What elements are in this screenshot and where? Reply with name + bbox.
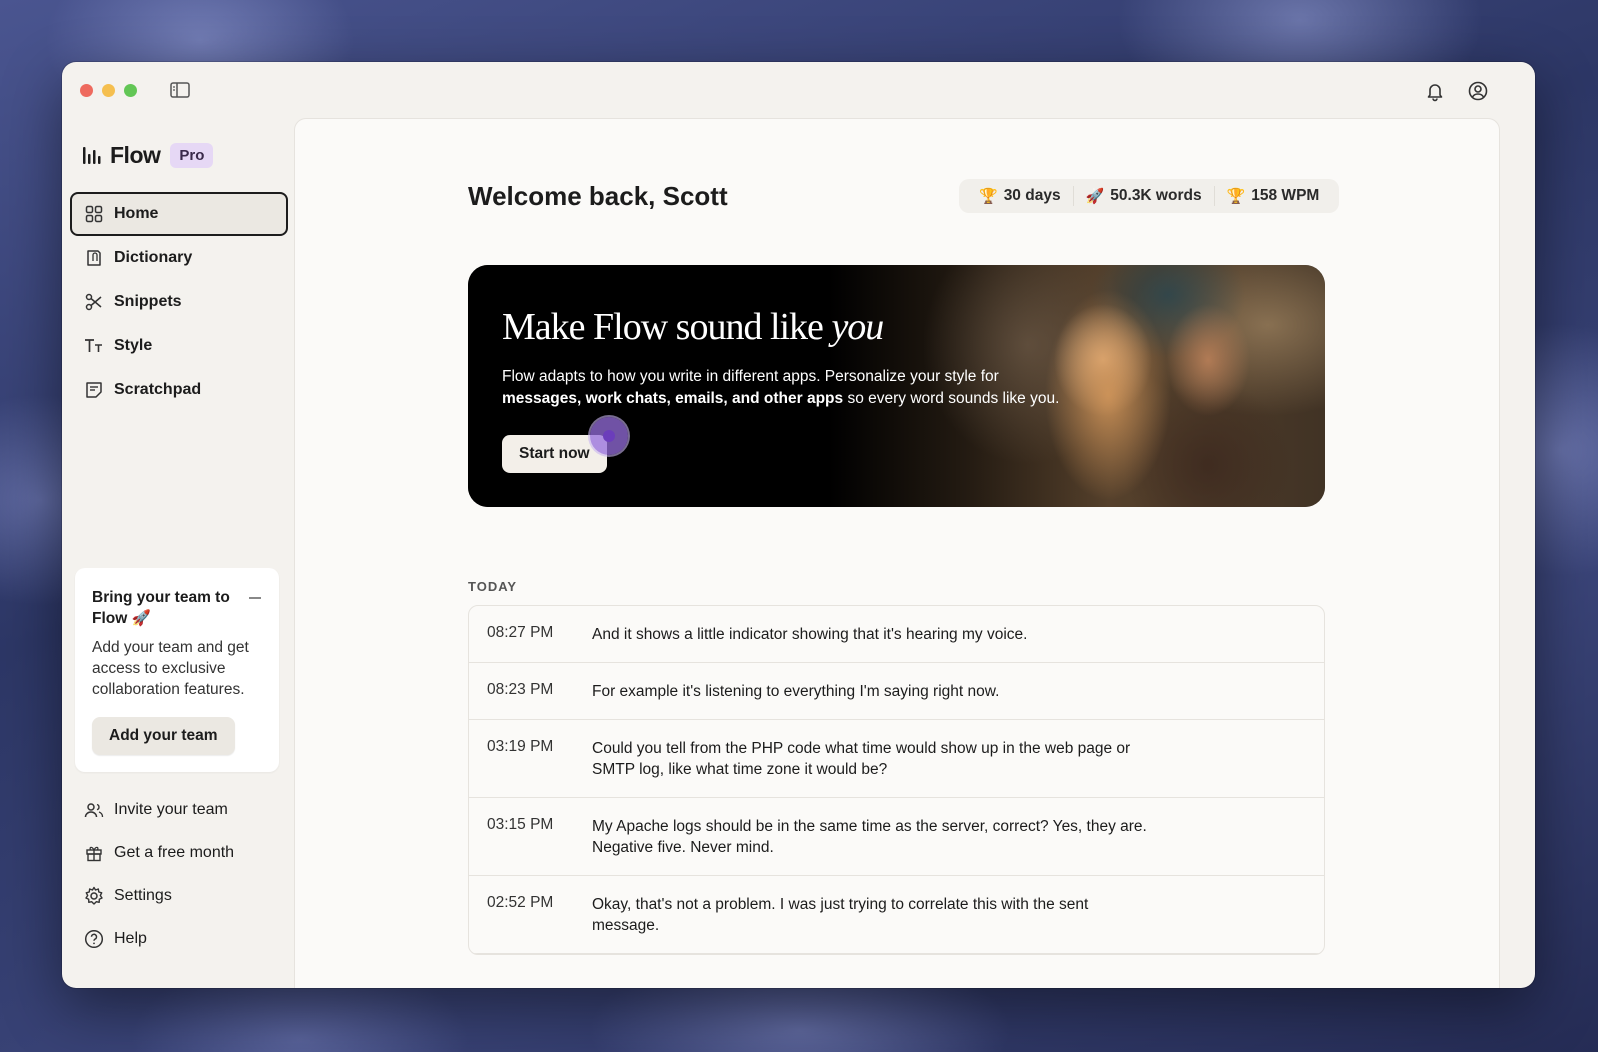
stat-streak: 🏆 30 days <box>979 187 1061 205</box>
sidebar-bottom-nav: Invite your team Get a free month Settin… <box>70 788 288 960</box>
app-window: Flow Pro Home Dictionary Snippets Style … <box>62 62 1535 988</box>
row-text: My Apache logs should be in the same tim… <box>592 818 1147 856</box>
title-bar <box>62 62 1535 118</box>
account-icon[interactable] <box>1467 80 1489 102</box>
stat-wpm: 🏆 158 WPM <box>1227 187 1320 205</box>
trophy-icon: 🏆 <box>979 188 998 205</box>
zoom-window-button[interactable] <box>124 84 137 97</box>
history-row[interactable]: 08:23 PM For example it's listening to e… <box>469 663 1324 720</box>
banner-description: Flow adapts to how you write in differen… <box>502 368 1060 407</box>
row-time: 03:19 PM <box>487 738 554 755</box>
text-style-icon <box>84 336 104 356</box>
gift-icon <box>84 843 104 863</box>
stat-words: 🚀 50.3K words <box>1086 187 1202 205</box>
app-name: Flow <box>110 141 161 168</box>
personalize-banner: Make Flow sound like you Flow adapts to … <box>468 265 1325 507</box>
help-icon <box>84 929 104 949</box>
scissors-icon <box>84 292 104 312</box>
stat-value: 50.3K words <box>1110 187 1202 204</box>
sidebar-item-help[interactable]: Help <box>70 917 288 960</box>
history-row[interactable]: 03:15 PM My Apache logs should be in the… <box>469 798 1324 876</box>
row-time: 08:23 PM <box>487 681 554 698</box>
sidebar-item-label: Home <box>114 205 159 222</box>
grid-icon <box>84 204 104 224</box>
sidebar-item-settings[interactable]: Settings <box>70 874 288 917</box>
row-text: Could you tell from the PHP code what ti… <box>592 740 1131 778</box>
sidebar-item-home[interactable]: Home <box>70 192 288 236</box>
gear-icon <box>84 886 104 906</box>
banner-title: Make Flow sound like you <box>502 306 884 348</box>
promo-body: Add your team and get access to exclusiv… <box>92 639 249 698</box>
history-row[interactable]: 08:27 PM And it shows a little indicator… <box>469 606 1324 663</box>
sidebar-toggle-icon[interactable] <box>170 82 190 98</box>
book-icon <box>84 248 104 268</box>
sidebar-item-label: Style <box>114 337 153 354</box>
note-icon <box>84 380 104 400</box>
minimize-window-button[interactable] <box>102 84 115 97</box>
sidebar-item-label: Invite your team <box>114 800 228 818</box>
divider <box>1072 186 1074 206</box>
trophy-icon: 🏆 <box>1226 188 1246 205</box>
stat-value: 158 WPM <box>1251 187 1320 204</box>
sidebar-nav: Home Dictionary Snippets Style Scratchpa… <box>70 192 288 412</box>
row-text: Okay, that's not a problem. I was just t… <box>592 896 1089 934</box>
sidebar-item-dictionary[interactable]: Dictionary <box>70 236 288 280</box>
row-text: For example it's listening to everything… <box>592 683 1000 700</box>
row-time: 02:52 PM <box>487 894 554 911</box>
row-time: 03:15 PM <box>487 816 554 833</box>
history-row[interactable]: 03:19 PM Could you tell from the PHP cod… <box>469 720 1324 798</box>
transcription-history: 08:27 PM And it shows a little indicator… <box>468 605 1325 955</box>
sidebar-item-snippets[interactable]: Snippets <box>70 280 288 324</box>
stat-value: 30 days <box>1003 187 1061 204</box>
row-text: And it shows a little indicator showing … <box>592 626 1028 643</box>
main-content: Welcome back, Scott 🏆 30 days 🚀 50.3K wo… <box>294 118 1500 988</box>
users-icon <box>84 800 104 820</box>
add-team-button[interactable]: Add your team <box>92 717 235 755</box>
cursor-dot <box>603 430 615 442</box>
stats-bar: 🏆 30 days 🚀 50.3K words 🏆 158 WPM <box>959 179 1340 213</box>
team-promo-card: Bring your team to Flow 🚀 Add your team … <box>75 568 279 772</box>
app-logo: Flow Pro <box>82 140 214 170</box>
sidebar-item-label: Get a free month <box>114 843 235 861</box>
rocket-icon: 🚀 <box>1085 188 1105 205</box>
sidebar-item-scratchpad[interactable]: Scratchpad <box>70 368 288 412</box>
promo-title: Bring your team to Flow 🚀 <box>92 589 230 627</box>
sidebar-item-label: Snippets <box>114 293 182 310</box>
history-row[interactable]: 02:52 PM Okay, that's not a problem. I w… <box>469 876 1324 954</box>
sidebar-item-free-month[interactable]: Get a free month <box>70 831 288 874</box>
close-window-button[interactable] <box>80 84 93 97</box>
page-title: Welcome back, Scott <box>468 181 728 211</box>
divider <box>1213 186 1215 206</box>
sidebar-item-label: Help <box>114 929 147 947</box>
sidebar-item-label: Scratchpad <box>114 381 202 398</box>
section-label-today: TODAY <box>468 579 518 594</box>
sidebar-item-invite[interactable]: Invite your team <box>70 788 288 831</box>
plan-badge: Pro <box>170 142 214 168</box>
row-time: 08:27 PM <box>487 624 554 641</box>
bell-icon[interactable] <box>1424 80 1446 102</box>
flow-logo-icon <box>83 147 101 164</box>
sidebar-item-label: Settings <box>114 886 172 904</box>
sidebar-item-label: Dictionary <box>114 249 193 266</box>
sidebar-item-style[interactable]: Style <box>70 324 288 368</box>
collapse-promo-icon[interactable] <box>249 597 261 599</box>
